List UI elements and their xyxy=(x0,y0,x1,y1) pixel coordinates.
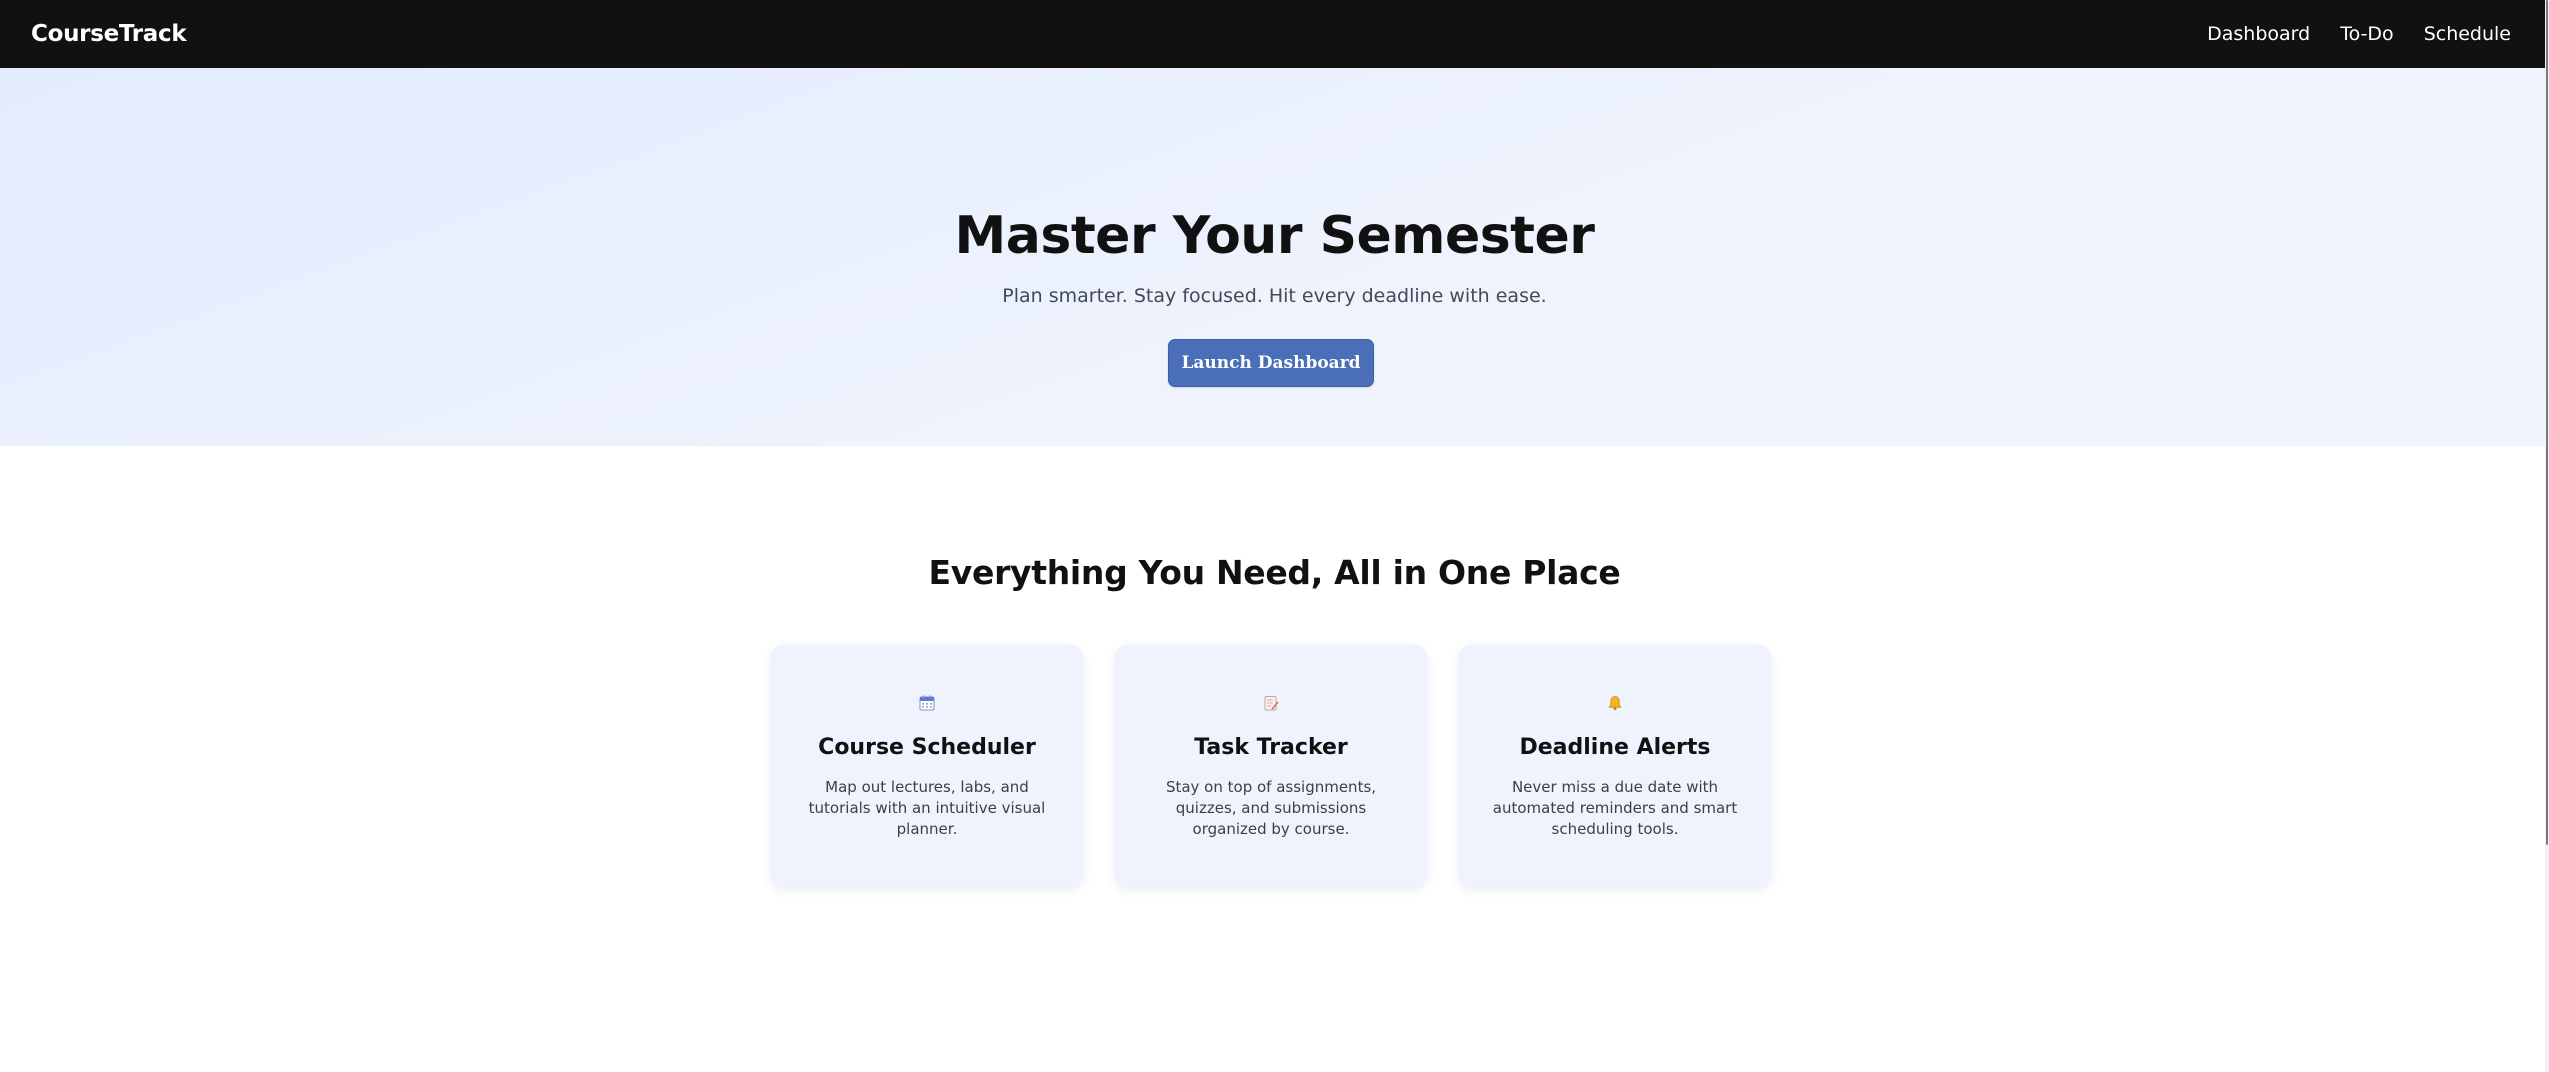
hero-section: Master Your Semester Plan smarter. Stay … xyxy=(0,68,2549,446)
card-description: Never miss a due date with automated rem… xyxy=(1492,778,1738,838)
calendar-icon xyxy=(771,693,1083,713)
card-title: Task Tracker xyxy=(1194,735,1348,760)
card-title: Course Scheduler xyxy=(818,735,1036,760)
nav-links: Dashboard To-Do Schedule xyxy=(2207,23,2511,45)
card-description: Stay on top of assignments, quizzes, and… xyxy=(1165,778,1377,838)
brand-logo[interactable]: CourseTrack xyxy=(31,21,187,47)
hero-subtitle: Plan smarter. Stay focused. Hit every de… xyxy=(1002,285,1547,307)
feature-card-course-scheduler: Course Scheduler Map out lectures, labs,… xyxy=(771,645,1083,887)
card-description: Map out lectures, labs, and tutorials wi… xyxy=(808,778,1046,838)
bell-icon xyxy=(1459,693,1771,713)
features-title: Everything You Need, All in One Place xyxy=(928,553,1621,592)
hero-title: Master Your Semester xyxy=(954,206,1595,266)
memo-icon xyxy=(1115,693,1427,713)
navbar: CourseTrack Dashboard To-Do Schedule xyxy=(0,0,2549,68)
nav-link-dashboard[interactable]: Dashboard xyxy=(2207,23,2310,45)
feature-card-task-tracker: Task Tracker Stay on top of assignments,… xyxy=(1115,645,1427,887)
nav-link-todo[interactable]: To-Do xyxy=(2340,23,2393,45)
page-scrollbar[interactable] xyxy=(2545,0,2549,1072)
scrollbar-thumb[interactable] xyxy=(2546,0,2548,845)
launch-dashboard-button[interactable]: Launch Dashboard xyxy=(1168,339,1374,387)
feature-card-deadline-alerts: Deadline Alerts Never miss a due date wi… xyxy=(1459,645,1771,887)
page: CourseTrack Dashboard To-Do Schedule Mas… xyxy=(0,0,2549,1072)
nav-link-schedule[interactable]: Schedule xyxy=(2424,23,2511,45)
card-title: Deadline Alerts xyxy=(1519,735,1711,760)
